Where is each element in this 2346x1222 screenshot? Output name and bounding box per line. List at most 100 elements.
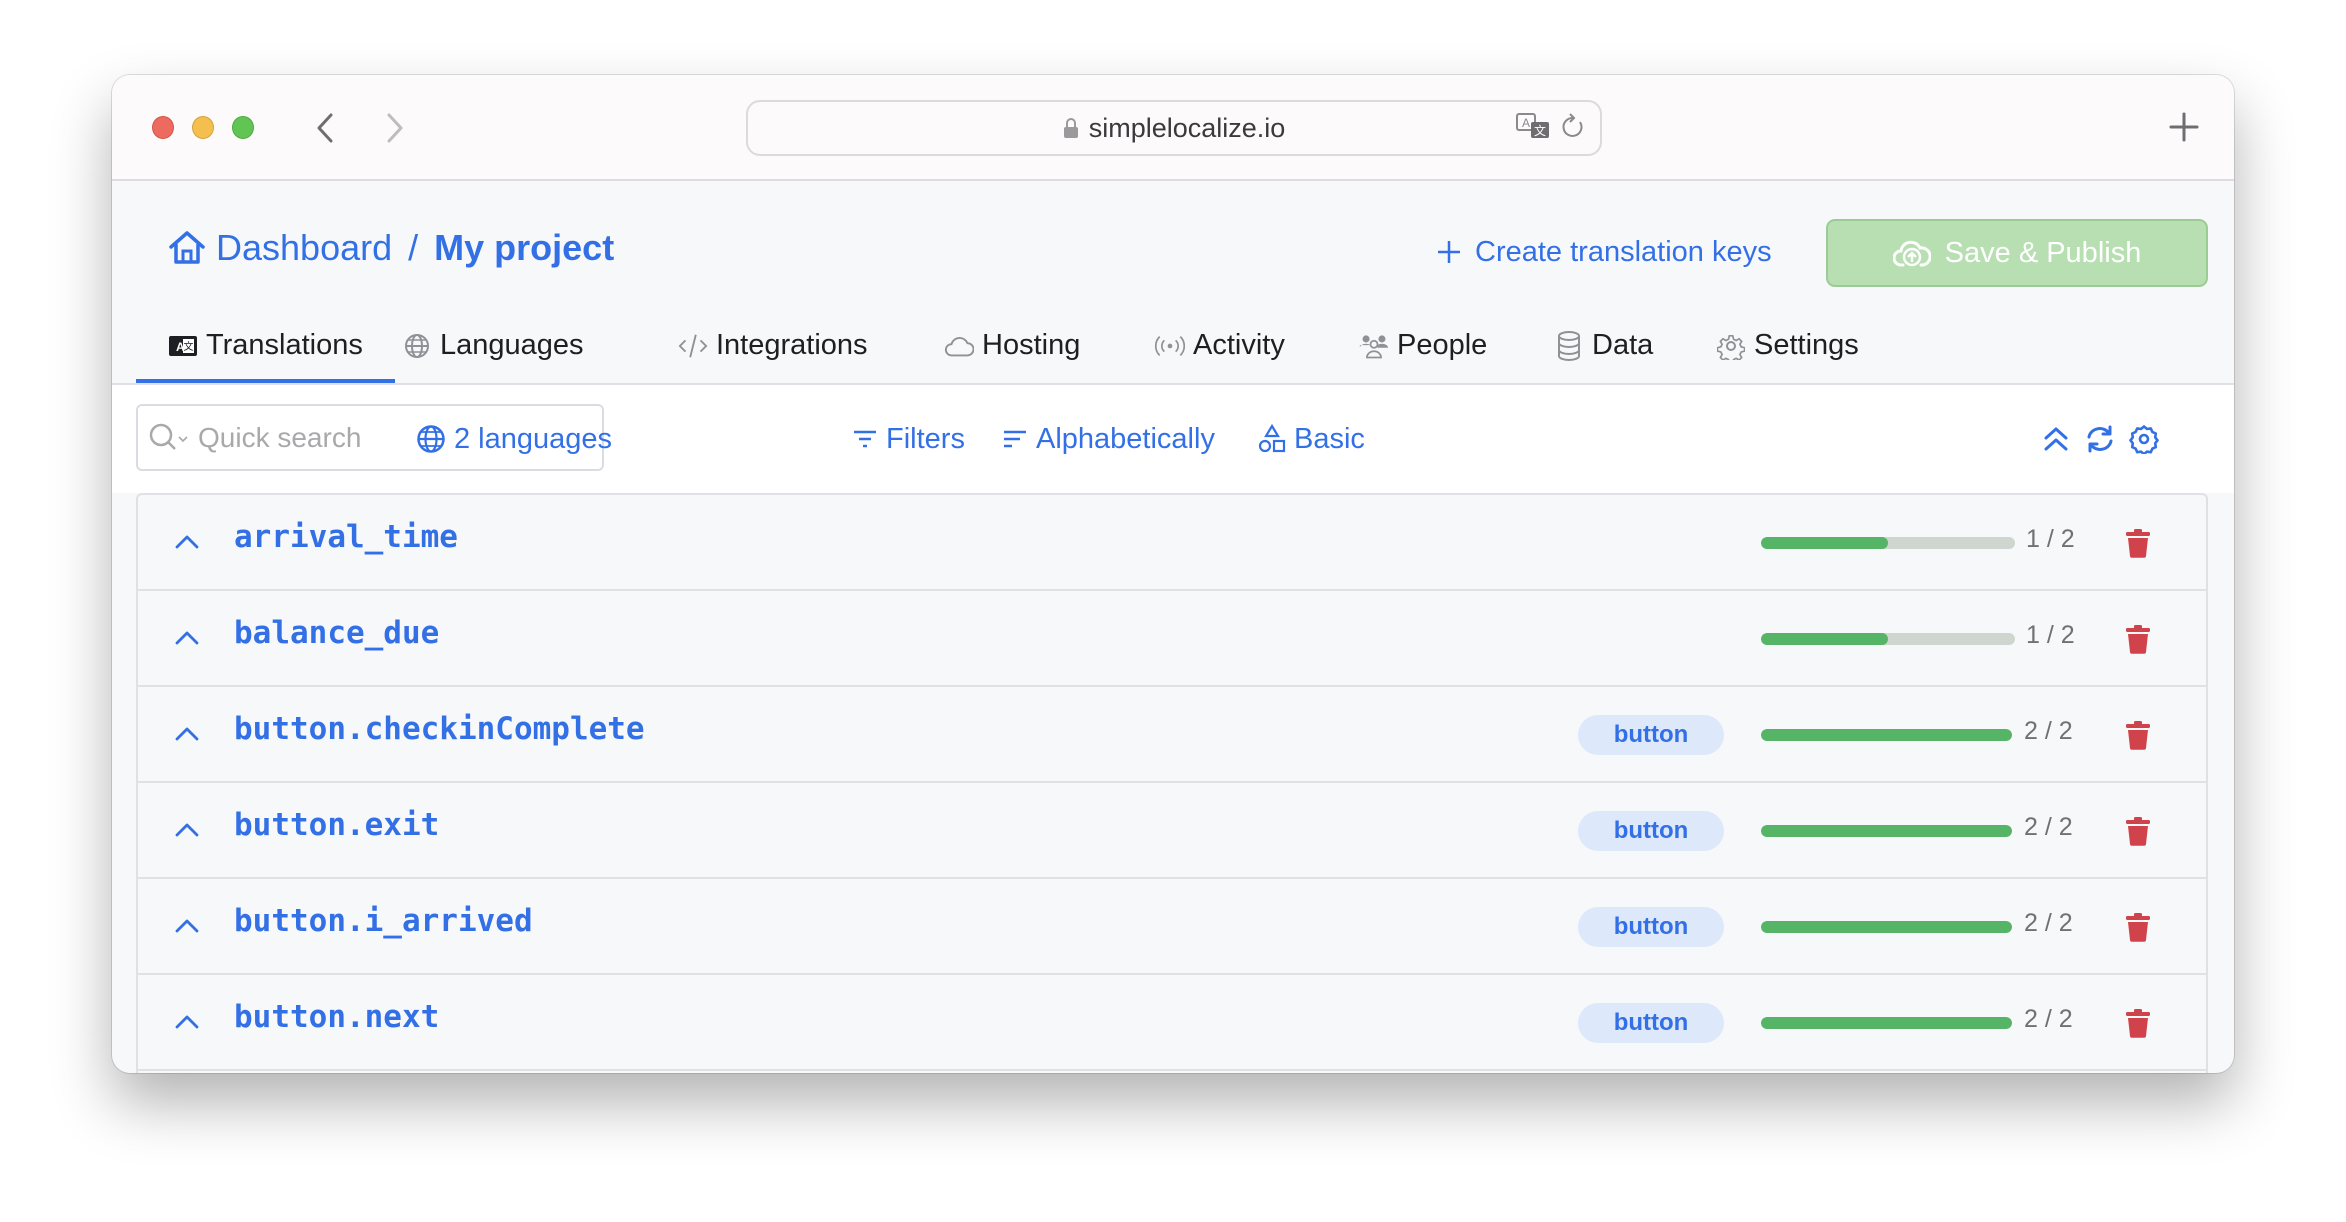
translation-count: 2 / 2 xyxy=(2024,813,2073,841)
expand-toggle[interactable] xyxy=(172,623,202,653)
save-publish-button[interactable]: Save & Publish xyxy=(1826,219,2208,287)
filters-button[interactable]: Filters xyxy=(852,419,965,459)
code-icon xyxy=(678,331,708,361)
languages-filter-button[interactable]: 2 languages xyxy=(416,419,612,459)
breadcrumb-dashboard-link[interactable]: Dashboard xyxy=(216,227,392,269)
back-button[interactable] xyxy=(310,111,340,145)
tab-languages[interactable]: Languages xyxy=(402,308,584,383)
translate-box-icon: A文 xyxy=(168,331,198,361)
trash-icon xyxy=(2126,1009,2150,1038)
chevron-up-icon xyxy=(175,919,199,933)
breadcrumb: Dashboard / My project xyxy=(168,223,614,273)
chevron-up-icon xyxy=(175,631,199,645)
translation-key-name[interactable]: button.i_arrived xyxy=(234,903,533,939)
chevron-up-icon xyxy=(175,1015,199,1029)
translation-progress-fill xyxy=(1761,825,2012,837)
browser-window: simplelocalize.io A文 Dashboard / My proj… xyxy=(112,75,2234,1073)
globe-icon xyxy=(417,425,445,453)
tag-badge[interactable]: button xyxy=(1578,715,1724,755)
translations-toolbar: 2 languages Filters Alphabetically Basic xyxy=(112,385,2234,493)
breadcrumb-separator: / xyxy=(408,227,419,268)
chevron-up-icon xyxy=(175,535,199,549)
search-icon[interactable] xyxy=(148,421,192,455)
breadcrumb-project[interactable]: My project xyxy=(434,227,614,269)
expand-toggle[interactable] xyxy=(172,719,202,749)
reload-icon[interactable] xyxy=(1560,112,1586,142)
create-translation-keys-label: Create translation keys xyxy=(1475,235,1772,268)
tag-badge[interactable]: button xyxy=(1578,1003,1724,1043)
forward-button[interactable] xyxy=(380,111,410,145)
translation-key-name[interactable]: arrival_time xyxy=(234,519,458,555)
tab-people[interactable]: People xyxy=(1359,308,1487,383)
translation-progress-fill xyxy=(1761,537,1888,549)
translation-progress-bar xyxy=(1761,921,2012,933)
svg-text:A: A xyxy=(1522,116,1530,130)
refresh-button[interactable] xyxy=(2080,419,2120,459)
tab-integrations[interactable]: Integrations xyxy=(678,308,868,383)
tab-settings[interactable]: Settings xyxy=(1716,308,1859,383)
delete-key-button[interactable] xyxy=(2123,1006,2153,1040)
chevron-right-icon xyxy=(387,113,403,143)
translation-key-row[interactable]: button.checkinComplete button 2 / 2 xyxy=(138,687,2206,783)
trash-icon xyxy=(2126,625,2150,654)
translation-progress-fill xyxy=(1761,921,2012,933)
lock-icon xyxy=(1063,118,1078,138)
cloud-icon xyxy=(944,331,974,361)
expand-toggle[interactable] xyxy=(172,815,202,845)
address-bar[interactable]: simplelocalize.io A文 xyxy=(746,100,1602,156)
delete-key-button[interactable] xyxy=(2123,910,2153,944)
translation-key-name[interactable]: button.next xyxy=(234,999,439,1035)
home-icon[interactable] xyxy=(168,230,206,266)
tab-label: Integrations xyxy=(716,329,868,361)
translation-progress-fill xyxy=(1761,633,1888,645)
translation-key-name[interactable]: balance_due xyxy=(234,615,439,651)
translation-key-row[interactable]: button.exit button 2 / 2 xyxy=(138,783,2206,879)
tab-translations[interactable]: A文 Translations xyxy=(136,308,395,383)
translation-keys-list: arrival_time 1 / 2 balance_due 1 / 2 but… xyxy=(136,493,2208,1073)
translation-progress-bar xyxy=(1761,825,2012,837)
delete-key-button[interactable] xyxy=(2123,814,2153,848)
translation-key-row[interactable]: button.i_arrived button 2 / 2 xyxy=(138,879,2206,975)
translation-key-row[interactable]: button.next button 2 / 2 xyxy=(138,975,2206,1071)
translate-icon[interactable]: A文 xyxy=(1516,112,1552,142)
maximize-window-button[interactable] xyxy=(232,116,254,139)
translation-count: 2 / 2 xyxy=(2024,1005,2073,1033)
chevron-up-icon xyxy=(175,727,199,741)
create-translation-keys-button[interactable]: Create translation keys xyxy=(1437,227,1772,277)
trash-icon xyxy=(2126,721,2150,750)
delete-key-button[interactable] xyxy=(2123,622,2153,656)
languages-filter-label: 2 languages xyxy=(454,422,613,455)
tab-data[interactable]: Data xyxy=(1554,308,1653,383)
translation-count: 2 / 2 xyxy=(2024,909,2073,937)
delete-key-button[interactable] xyxy=(2123,526,2153,560)
tag-badge[interactable]: button xyxy=(1578,811,1724,851)
tab-activity[interactable]: Activity xyxy=(1155,308,1285,383)
list-settings-button[interactable] xyxy=(2124,419,2164,459)
expand-toggle[interactable] xyxy=(172,527,202,557)
plus-icon xyxy=(2169,112,2199,142)
broadcast-icon xyxy=(1155,331,1185,361)
translation-key-row[interactable]: balance_due 1 / 2 xyxy=(138,591,2206,687)
tag-badge[interactable]: button xyxy=(1578,907,1724,947)
delete-key-button[interactable] xyxy=(2123,718,2153,752)
close-window-button[interactable] xyxy=(152,116,174,139)
translation-key-name[interactable]: button.exit xyxy=(234,807,439,843)
collapse-all-button[interactable] xyxy=(2036,419,2076,459)
expand-toggle[interactable] xyxy=(172,911,202,941)
translation-key-name[interactable]: button.checkinComplete xyxy=(234,711,645,747)
minimize-window-button[interactable] xyxy=(192,116,214,139)
tab-label: Activity xyxy=(1193,329,1285,361)
filters-label: Filters xyxy=(886,422,965,455)
translation-key-row[interactable]: arrival_time 1 / 2 xyxy=(138,495,2206,591)
expand-toggle[interactable] xyxy=(172,1007,202,1037)
translation-progress-fill xyxy=(1761,1017,2012,1029)
sort-button[interactable]: Alphabetically xyxy=(1002,419,1215,459)
new-tab-button[interactable] xyxy=(2164,107,2204,147)
translation-progress-bar xyxy=(1761,729,2012,741)
translation-progress-bar xyxy=(1761,537,2015,549)
chevron-up-icon xyxy=(175,823,199,837)
tab-hosting[interactable]: Hosting xyxy=(944,308,1080,383)
view-mode-button[interactable]: Basic xyxy=(1258,419,1365,459)
view-mode-label: Basic xyxy=(1294,422,1365,455)
svg-text:文: 文 xyxy=(1534,123,1546,138)
